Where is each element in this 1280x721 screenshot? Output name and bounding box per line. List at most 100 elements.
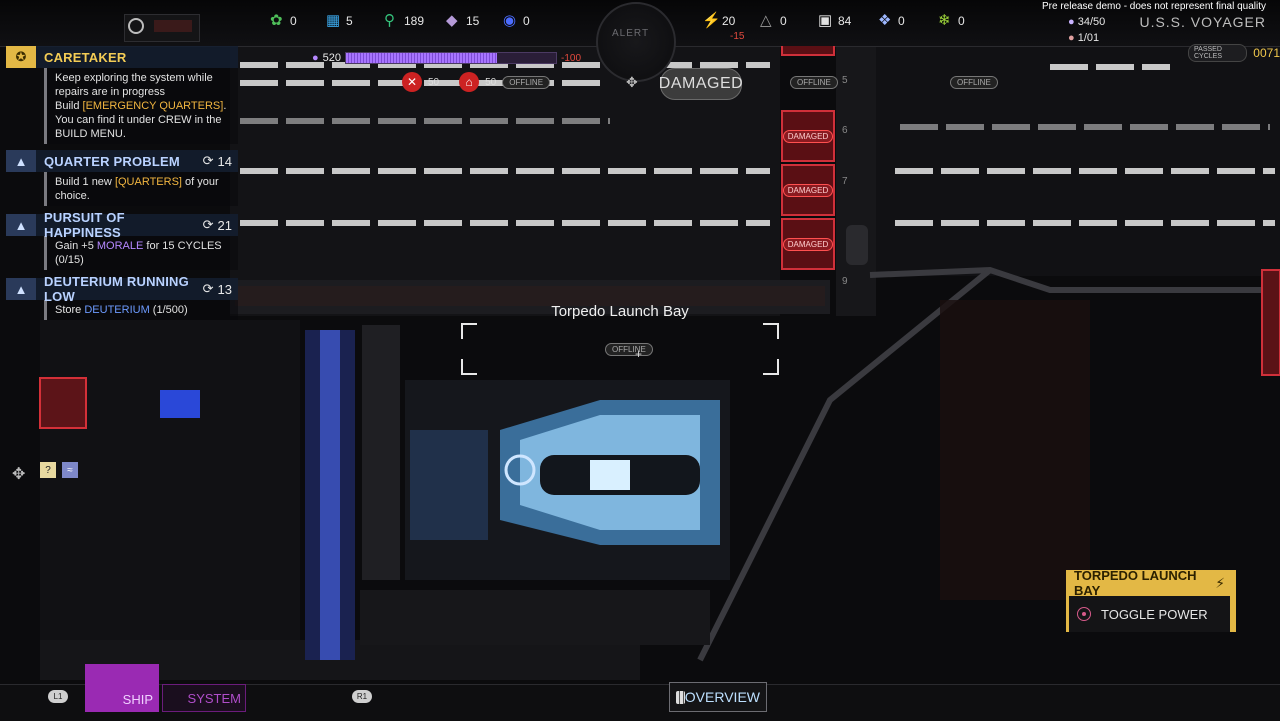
damaged-room-tile[interactable]: DAMAGED (781, 218, 835, 270)
damaged-label: DAMAGED (782, 183, 834, 197)
quest-text: (1/500) (149, 304, 188, 316)
quest-item[interactable]: ▲ DEUTERIUM RUNNING LOW ⟳ 13 Store DEUTERIUM… (6, 274, 238, 320)
quest-arrow-icon: ▲ (6, 278, 36, 300)
quest-text: Build (55, 100, 83, 112)
quest-header: ▲ QUARTER PROBLEM ⟳ 14 (6, 150, 238, 172)
starfleet-delta-icon: ✪ (6, 46, 36, 68)
context-menu-header: TORPEDO LAUNCH BAY ⚡ (1066, 568, 1236, 598)
tab-system[interactable]: SYSTEM (162, 684, 246, 712)
alert-label: ALERT (612, 28, 650, 39)
quest-arrow-icon: ▲ (6, 150, 36, 172)
resource-value: 5 (346, 14, 353, 28)
quest-title: CARETAKER (44, 49, 127, 65)
help-button[interactable]: ? (40, 462, 56, 478)
passed-cycles: PASSED CYCLES 0071 (1188, 44, 1280, 62)
quest-body: Store DEUTERIUM (1/500) (44, 300, 238, 320)
frame-corner (461, 359, 477, 375)
deck-light-strip (900, 124, 1270, 130)
r1-button[interactable]: R1 (352, 690, 372, 703)
quest-body: Keep exploring the system while repairs … (44, 68, 238, 144)
cargo-icon: ▣ (818, 12, 833, 29)
room-requirements: ✕ 50 ⌂ 50 OFFLINE (402, 72, 551, 92)
cycle-icon: ⟳ (202, 153, 214, 168)
quest-text: Store (55, 304, 85, 316)
toggle-power-option[interactable]: TOGGLE POWER (1066, 596, 1236, 632)
morale-bar-fill (346, 53, 498, 63)
crew-secondary-count: ● 1/01 (1068, 32, 1100, 44)
quest-item[interactable]: ▲ QUARTER PROBLEM ⟳ 14 Build 1 new [QUARTERS… (6, 150, 238, 206)
quest-text: Gain +5 (55, 240, 97, 252)
morale-meter: ● 520 -100 (312, 52, 581, 64)
resource-dilithium: △ 0 (760, 13, 787, 29)
crew-missing-icon: ✕ (402, 72, 422, 92)
quest-highlight: MORALE (96, 240, 144, 252)
frame-corner (461, 323, 477, 339)
morale-value: 520 (322, 52, 342, 64)
button-circle-dot (1082, 612, 1086, 616)
power-required: 50 (485, 76, 497, 88)
resource-flask: ⚲ 189 (384, 13, 424, 29)
quest-cycles-value: 13 (217, 281, 232, 297)
crew-required: 50 (428, 76, 440, 88)
room-selection-frame[interactable]: OFFLINE + (461, 323, 779, 375)
quest-arrow-icon: ▲ (6, 214, 36, 236)
deck-number: 7 (842, 176, 848, 187)
deck-number: 9 (842, 276, 848, 287)
quest-cycles-value: 14 (217, 153, 232, 169)
quest-body: Build 1 new [QUARTERS] of your choice. (44, 172, 238, 206)
resource-value: 0 (898, 14, 905, 28)
quest-cycles: ⟳ 13 (203, 281, 238, 297)
deck-light-strip (240, 220, 770, 226)
person-icon: ● (1068, 16, 1075, 28)
morale-delta: -100 (561, 52, 582, 64)
passed-cycles-label: PASSED CYCLES (1188, 44, 1248, 62)
resource-sprout: ❄ 0 (938, 13, 965, 29)
quest-text: . (223, 100, 227, 112)
deck-light-strip (240, 118, 610, 124)
deck-number: 6 (842, 125, 848, 136)
quest-text: for 15 CYCLES (143, 240, 222, 252)
quest-body: Gain +5 MORALE for 15 CYCLES (0/15) (44, 236, 238, 270)
room-title: Torpedo Launch Bay (551, 303, 689, 320)
target-icon[interactable] (128, 18, 144, 34)
quest-cycles-value: 21 (217, 217, 232, 233)
damaged-room-tile[interactable] (781, 46, 835, 56)
tab-ship[interactable]: SHIP (85, 664, 159, 712)
overview-label: OVERVIEW (684, 689, 760, 705)
passed-cycles-value: 0071 (1253, 46, 1280, 60)
l1-button[interactable]: L1 (48, 690, 68, 703)
quest-item[interactable]: ▲ PURSUIT OF HAPPINESS ⟳ 21 Gain +5 MORALE f… (6, 210, 238, 270)
quest-panel: ✪ CARETAKER Keep exploring the system whil… (6, 46, 238, 324)
resource-deuterium: ◉ 0 (503, 13, 530, 29)
quest-title: QUARTER PROBLEM (44, 153, 180, 169)
resource-value: 84 (838, 14, 852, 28)
quest-item[interactable]: ✪ CARETAKER Keep exploring the system whil… (6, 46, 238, 144)
energy-icon: ⚡ (702, 12, 721, 29)
quest-line: Build [EMERGENCY QUARTERS]. (55, 99, 230, 113)
damaged-room-tile[interactable]: DAMAGED (781, 110, 835, 162)
dpad-icon: ✥ (626, 74, 638, 90)
signal-icon[interactable]: ≈ (62, 462, 78, 478)
person-icon: ● (1068, 32, 1075, 44)
dilithium-icon: △ (760, 12, 772, 29)
quest-line: Gain +5 MORALE for 15 CYCLES (55, 239, 230, 253)
button-circle-icon (1077, 607, 1091, 621)
morale-icon: ● (312, 52, 319, 64)
damaged-room-tile[interactable]: DAMAGED (781, 164, 835, 216)
overview-button[interactable]: OVERVIEW (669, 682, 767, 712)
quest-header: ▲ DEUTERIUM RUNNING LOW ⟳ 13 (6, 274, 238, 304)
quest-title: PURSUIT OF HAPPINESS (44, 210, 125, 240)
resource-value: 0 (780, 14, 787, 28)
quest-highlight: DEUTERIUM (84, 304, 150, 316)
quest-line: You can find it under CREW in the BUILD … (55, 113, 230, 141)
frame-corner (763, 323, 779, 339)
alert-status-dial (596, 2, 676, 82)
deck-light-strip (895, 220, 1275, 226)
quarters-missing-icon: ⌂ (459, 72, 480, 92)
offline-badge: OFFLINE (950, 76, 998, 89)
quest-highlight: [QUARTERS] (114, 176, 182, 188)
resource-cargo: ▣ 84 (818, 13, 851, 29)
quest-line: (0/15) (55, 253, 230, 267)
room-offline-badge: OFFLINE (605, 343, 653, 356)
ship-name: U.S.S. VOYAGER (1139, 14, 1266, 30)
